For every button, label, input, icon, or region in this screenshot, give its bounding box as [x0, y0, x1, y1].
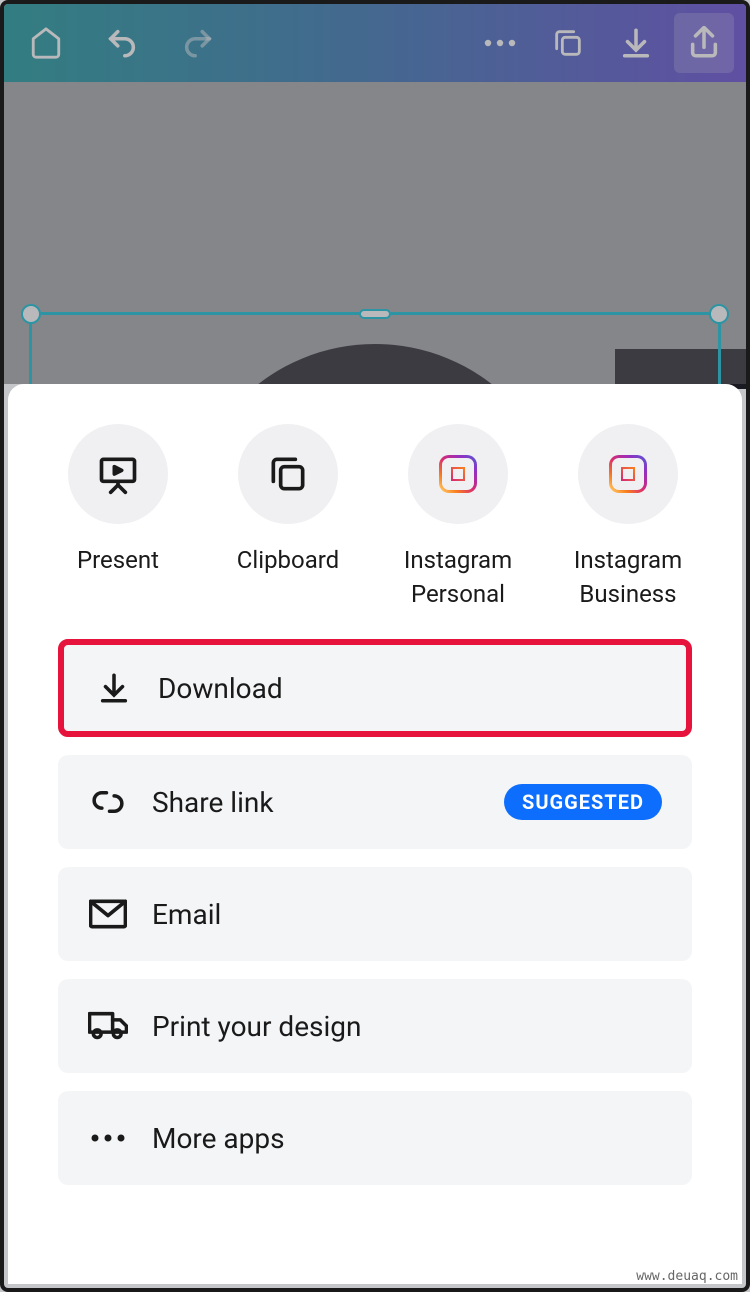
option-more-apps[interactable]: More apps [58, 1091, 692, 1185]
suggested-badge: SUGGESTED [504, 784, 662, 820]
download-icon [97, 671, 131, 705]
instagram-icon [439, 455, 477, 493]
watermark: www.deuaq.com [636, 1269, 738, 1284]
option-label: Email [152, 898, 662, 931]
share-sheet: Present Clipboard Instagram Personal [8, 384, 742, 1284]
email-icon [89, 899, 127, 929]
option-label: Share link [152, 786, 504, 819]
option-share-link[interactable]: Share link SUGGESTED [58, 755, 692, 849]
share-target-instagram-business[interactable]: Instagram Business [548, 424, 708, 611]
present-icon [96, 452, 140, 496]
link-icon [88, 785, 128, 819]
share-label: Instagram Personal [404, 544, 512, 611]
option-label: Print your design [152, 1010, 662, 1043]
option-label: More apps [152, 1122, 662, 1155]
share-label: Present [77, 544, 159, 578]
share-label: Instagram Business [574, 544, 682, 611]
option-label: Download [158, 672, 656, 705]
share-target-clipboard[interactable]: Clipboard [208, 424, 368, 611]
share-targets-row[interactable]: Present Clipboard Instagram Personal [8, 424, 742, 611]
share-target-facebook[interactable]: Face Pro [718, 424, 742, 611]
share-target-instagram-personal[interactable]: Instagram Personal [378, 424, 538, 611]
option-print[interactable]: Print your design [58, 979, 692, 1073]
instagram-icon [609, 455, 647, 493]
option-download[interactable]: Download [58, 639, 692, 737]
more-dots-icon [90, 1134, 126, 1142]
option-email[interactable]: Email [58, 867, 692, 961]
clipboard-icon [266, 452, 310, 496]
share-options-list: Download Share link SUGGESTED Email [8, 611, 742, 1185]
share-label: Clipboard [237, 544, 339, 578]
truck-icon [88, 1011, 128, 1041]
modal-overlay[interactable] [4, 4, 746, 384]
share-target-present[interactable]: Present [38, 424, 198, 611]
